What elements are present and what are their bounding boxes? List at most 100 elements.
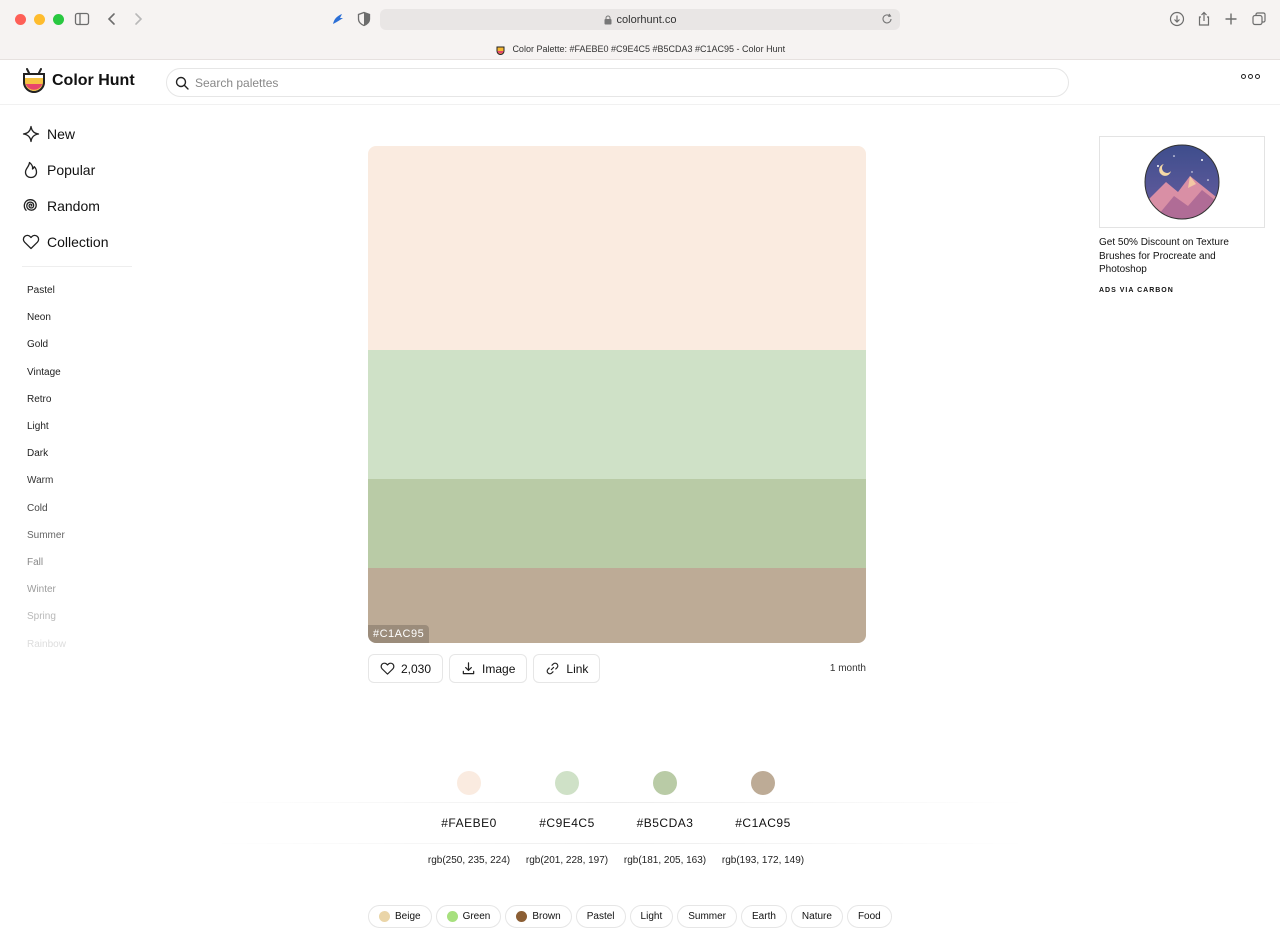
hex-row: #FAEBE0 #C9E4C5 #B5CDA3 #C1AC95 <box>420 816 812 830</box>
close-window-button[interactable] <box>15 14 26 25</box>
nav-collection-label: Collection <box>47 234 109 250</box>
palette-stripes: #C1AC95 <box>368 146 866 643</box>
hex-code[interactable]: #C9E4C5 <box>518 816 616 830</box>
color-swatch[interactable] <box>555 771 579 795</box>
sidebar-tag-summer[interactable]: Summer <box>22 522 142 549</box>
like-button[interactable]: 2,030 <box>368 654 444 683</box>
palette-age: 1 month <box>829 663 866 674</box>
search-bar[interactable] <box>166 68 1069 97</box>
palette-card[interactable]: #C1AC95 <box>368 146 866 643</box>
back-icon[interactable] <box>104 11 120 27</box>
rgb-code[interactable]: rgb(250, 235, 224) <box>420 855 518 867</box>
spiral-icon <box>23 199 37 211</box>
link-icon <box>547 662 559 675</box>
tab-title-text: Color Palette: #FAEBE0 #C9E4C5 #B5CDA3 #… <box>512 44 786 54</box>
nav-popular-label: Popular <box>47 162 96 178</box>
search-input[interactable] <box>195 75 995 90</box>
tag-green[interactable]: Green <box>435 905 502 928</box>
nav-new-label: New <box>47 126 76 142</box>
extension-icon[interactable] <box>330 11 346 27</box>
downloads-icon[interactable] <box>1169 11 1185 27</box>
sidebar-tag-spring[interactable]: Spring <box>22 603 142 630</box>
sidebar-tag-rainbow[interactable]: Rainbow <box>22 630 142 657</box>
sidebar-tag-gold[interactable]: Gold <box>22 331 142 358</box>
browser-chrome: colorhunt.co Color Palette: #FAEBE0 #C9E… <box>0 0 1280 60</box>
tab-overview-icon[interactable] <box>1251 11 1267 27</box>
new-tab-icon[interactable] <box>1223 11 1239 27</box>
sidebar-tag-list: Pastel Neon Gold Vintage Retro Light Dark Warm C… <box>22 277 142 658</box>
rgb-code[interactable]: rgb(193, 172, 149) <box>714 855 812 867</box>
minimize-window-button[interactable] <box>34 14 45 25</box>
zoom-window-button[interactable] <box>53 14 64 25</box>
sidebar-tag-neon[interactable]: Neon <box>22 304 142 331</box>
tag-label: Green <box>462 911 491 922</box>
more-dot-icon <box>1248 74 1253 79</box>
color-swatch[interactable] <box>653 771 677 795</box>
sidebar-tag-warm[interactable]: Warm <box>22 467 142 494</box>
sidebar-toggle-icon[interactable] <box>74 11 90 27</box>
sidebar-tag-vintage[interactable]: Vintage <box>22 359 142 386</box>
search-icon <box>175 76 189 90</box>
sidebar-tag-fall[interactable]: Fall <box>22 549 142 576</box>
swatch-cell <box>714 771 812 795</box>
tag-beige[interactable]: Beige <box>368 905 432 928</box>
tag-pastel[interactable]: Pastel <box>575 905 626 928</box>
color-swatch[interactable] <box>751 771 775 795</box>
tag-label: Brown <box>532 911 561 922</box>
palette-stripe[interactable]: #C1AC95 <box>368 568 866 643</box>
ad-image-box[interactable] <box>1099 136 1265 228</box>
palette-stripe[interactable] <box>368 146 866 350</box>
sidebar-tag-light[interactable]: Light <box>22 413 142 440</box>
download-icon <box>462 662 475 675</box>
sidebar-tag-winter[interactable]: Winter <box>22 576 142 603</box>
forward-icon[interactable] <box>130 11 146 27</box>
palette-actions: 2,030 Image Link 1 month <box>368 654 866 683</box>
color-swatch[interactable] <box>457 771 481 795</box>
copy-link-button[interactable]: Link <box>533 654 601 683</box>
details-divider <box>210 802 1030 803</box>
download-image-button[interactable]: Image <box>449 654 528 683</box>
swatch-row <box>420 771 812 795</box>
sidebar-tag-cold[interactable]: Cold <box>22 495 142 522</box>
nav-popular[interactable]: Popular <box>22 152 142 188</box>
logo[interactable]: Color Hunt <box>22 68 135 94</box>
rgb-code[interactable]: rgb(181, 205, 163) <box>616 855 714 867</box>
tab-title[interactable]: Color Palette: #FAEBE0 #C9E4C5 #B5CDA3 #… <box>0 44 1280 56</box>
tag-color-dot <box>516 911 528 922</box>
more-menu-button[interactable] <box>1241 74 1260 79</box>
tag-color-dot <box>379 911 390 922</box>
hex-code[interactable]: #C1AC95 <box>714 816 812 830</box>
tag-summer[interactable]: Summer <box>677 905 738 928</box>
stripe-hex-label[interactable]: #C1AC95 <box>368 625 430 643</box>
address-bar[interactable]: colorhunt.co <box>380 9 900 30</box>
ad-via[interactable]: ADS VIA CARBON <box>1099 287 1265 294</box>
color-hunt-logo-icon <box>23 68 45 93</box>
privacy-shield-icon[interactable] <box>356 11 372 27</box>
nav-new[interactable]: New <box>22 116 142 152</box>
reload-icon[interactable] <box>881 13 893 25</box>
tag-label: Nature <box>801 911 832 922</box>
ad-text[interactable]: Get 50% Discount on Texture Brushes for … <box>1099 236 1265 277</box>
tag-food[interactable]: Food <box>846 905 892 928</box>
sidebar-divider <box>22 266 132 267</box>
details-divider <box>210 843 1030 844</box>
tag-light[interactable]: Light <box>629 905 674 928</box>
tag-nature[interactable]: Nature <box>790 905 843 928</box>
hex-code[interactable]: #B5CDA3 <box>616 816 714 830</box>
hex-code[interactable]: #FAEBE0 <box>420 816 518 830</box>
sidebar-tag-pastel[interactable]: Pastel <box>22 277 142 304</box>
tag-earth[interactable]: Earth <box>741 905 787 928</box>
palette-stripe[interactable] <box>368 350 866 479</box>
color-details: #FAEBE0 #C9E4C5 #B5CDA3 #C1AC95 rgb(250, 23… <box>420 771 812 867</box>
url-text: colorhunt.co <box>616 13 677 26</box>
nav-random-label: Random <box>47 198 100 214</box>
nav-collection[interactable]: Collection <box>22 224 142 260</box>
sidebar-tag-retro[interactable]: Retro <box>22 386 142 413</box>
palette-stripe[interactable] <box>368 479 866 568</box>
sidebar-tag-dark[interactable]: Dark <box>22 440 142 467</box>
rgb-code[interactable]: rgb(201, 228, 197) <box>518 855 616 867</box>
share-icon[interactable] <box>1196 11 1212 27</box>
nav-random[interactable]: Random <box>22 188 142 224</box>
tag-label: Beige <box>395 911 421 922</box>
tag-brown[interactable]: Brown <box>505 905 572 928</box>
